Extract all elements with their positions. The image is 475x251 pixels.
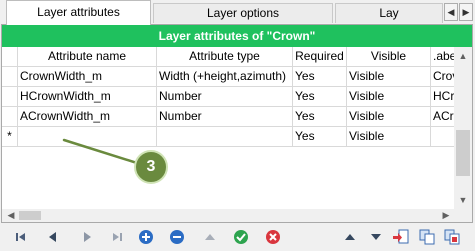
previous-record-button[interactable]: [44, 228, 62, 246]
callout-badge: 3: [134, 150, 168, 184]
sort-up-button[interactable]: [341, 228, 359, 246]
copy-export-icon: [444, 229, 460, 245]
last-record-button[interactable]: [108, 228, 126, 246]
import-button[interactable]: [392, 228, 410, 246]
sort-down-icon: [371, 234, 381, 240]
confirm-icon: [234, 230, 248, 244]
import-icon: [393, 229, 409, 244]
last-record-icon: [113, 233, 122, 241]
move-up-icon: [205, 234, 215, 240]
first-record-button[interactable]: [12, 228, 30, 246]
remove-button[interactable]: [168, 228, 186, 246]
tab-label: Layer attributes: [37, 5, 120, 19]
confirm-button[interactable]: [232, 228, 250, 246]
first-record-icon: [16, 233, 25, 241]
sort-down-button[interactable]: [367, 228, 385, 246]
add-button[interactable]: [137, 228, 155, 246]
copy-button[interactable]: [418, 228, 436, 246]
callout-leader-line: [62, 138, 139, 165]
record-toolbar: [0, 224, 475, 251]
cancel-button[interactable]: [264, 228, 282, 246]
move-up-button[interactable]: [201, 228, 219, 246]
add-icon: [139, 230, 153, 244]
cancel-icon: [266, 230, 280, 244]
next-record-icon: [84, 232, 91, 242]
next-record-button[interactable]: [78, 228, 96, 246]
copy-export-button[interactable]: [443, 228, 461, 246]
copy-icon: [419, 229, 435, 245]
sort-up-icon: [345, 234, 355, 240]
remove-icon: [170, 230, 184, 244]
previous-record-icon: [49, 232, 56, 242]
tab-layer-attributes[interactable]: Layer attributes: [6, 0, 151, 25]
